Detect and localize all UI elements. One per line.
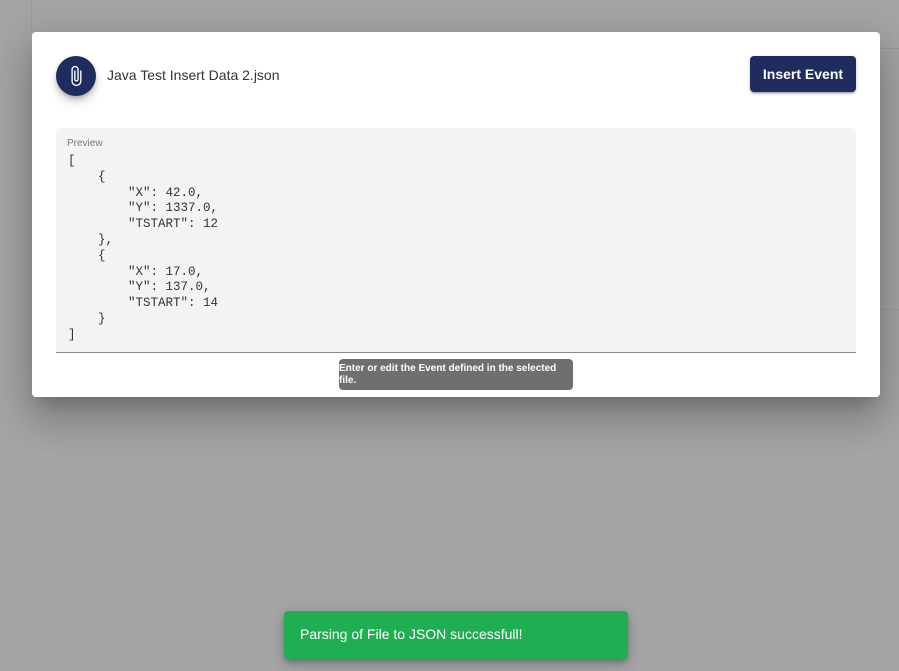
- paperclip-icon: [71, 65, 82, 87]
- attach-file-button[interactable]: [56, 56, 96, 96]
- background-divider: [31, 0, 32, 32]
- selected-file-name: Java Test Insert Data 2.json: [107, 67, 280, 83]
- success-snackbar: Parsing of File to JSON successfull!: [284, 611, 628, 659]
- preview-label: Preview: [67, 138, 103, 149]
- preview-textarea[interactable]: [ { "X": 42.0, "Y": 1337.0, "TSTART": 12…: [68, 154, 848, 344]
- insert-event-dialog: Java Test Insert Data 2.json Insert Even…: [32, 32, 880, 397]
- background-divider: [880, 48, 899, 49]
- preview-field[interactable]: Preview [ { "X": 42.0, "Y": 1337.0, "TST…: [56, 128, 856, 353]
- preview-tooltip: Enter or edit the Event defined in the s…: [339, 359, 573, 390]
- background-divider: [880, 309, 899, 310]
- insert-event-button[interactable]: Insert Event: [750, 56, 856, 92]
